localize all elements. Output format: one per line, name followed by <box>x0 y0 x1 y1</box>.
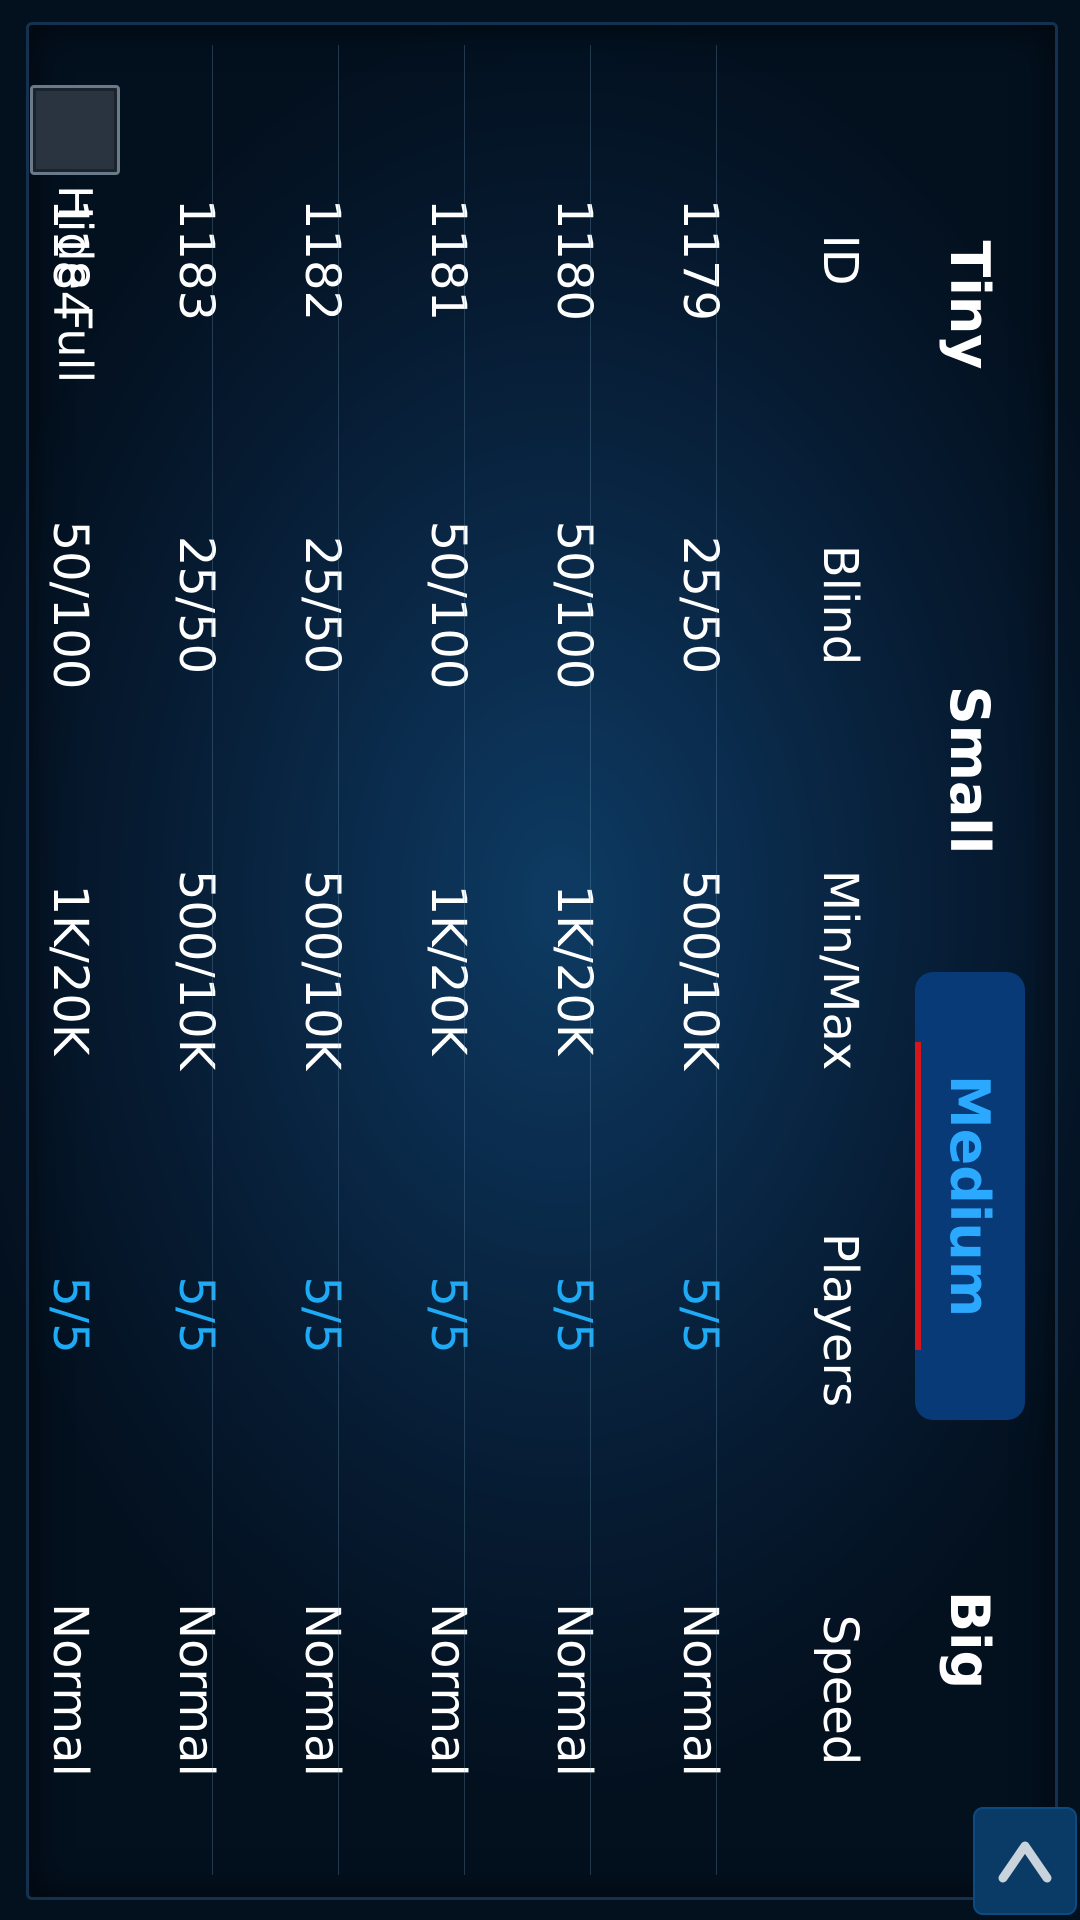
cell-blind: 25/50 <box>672 535 728 675</box>
cell-blind: 50/100 <box>420 520 476 690</box>
column-header-speed[interactable]: Speed <box>805 1590 875 1790</box>
column-header-minmax[interactable]: Min/Max <box>805 820 875 1120</box>
cell-minmax: 500/10K <box>672 869 728 1071</box>
cell-speed: Normal <box>420 1603 476 1777</box>
table-row[interactable]: 1179 25/50 500/10K 5/5 Normal <box>637 0 763 1920</box>
cell-id: 1180 <box>546 198 602 322</box>
cell-minmax: 500/10K <box>294 869 350 1071</box>
tab-tiny[interactable]: Tiny <box>915 180 1025 430</box>
hide-full-checkbox[interactable] <box>30 85 120 175</box>
cell-players: 5/5 <box>420 1276 476 1354</box>
cell-speed: Normal <box>168 1603 224 1777</box>
cell-speed: Normal <box>294 1603 350 1777</box>
cell-speed: Normal <box>42 1603 98 1777</box>
column-header-players[interactable]: Players <box>805 1210 875 1430</box>
table-row[interactable]: 1180 50/100 1K/20K 5/5 Normal <box>511 0 637 1920</box>
cell-blind: 25/50 <box>294 535 350 675</box>
cell-minmax: 1K/20K <box>546 884 602 1056</box>
cell-blind: 25/50 <box>168 535 224 675</box>
cell-blind: 50/100 <box>546 520 602 690</box>
table-row[interactable]: 1182 25/50 500/10K 5/5 Normal <box>259 0 385 1920</box>
column-header-id[interactable]: ID <box>805 175 875 345</box>
tab-medium[interactable]: Medium <box>915 972 1025 1420</box>
rotated-content: Tiny Small Medium Big ID Blind Min/Max P… <box>0 0 1080 1920</box>
cell-players: 5/5 <box>546 1276 602 1354</box>
cell-players: 5/5 <box>294 1276 350 1354</box>
cell-players: 5/5 <box>42 1276 98 1354</box>
cell-speed: Normal <box>546 1603 602 1777</box>
row-divider <box>212 45 213 1875</box>
row-divider <box>716 45 717 1875</box>
scroll-button[interactable] <box>973 1807 1077 1915</box>
row-divider <box>464 45 465 1875</box>
tab-small[interactable]: Small <box>915 620 1025 920</box>
tab-big[interactable]: Big <box>915 1540 1025 1740</box>
chevron-up-icon <box>998 1841 1052 1883</box>
cell-blind: 50/100 <box>42 520 98 690</box>
hide-full-label[interactable]: Hide Full <box>45 185 105 383</box>
row-divider <box>590 45 591 1875</box>
column-header-blind[interactable]: Blind <box>805 505 875 705</box>
cell-id: 1179 <box>672 198 728 322</box>
cell-id: 1181 <box>420 198 476 322</box>
cell-speed: Normal <box>672 1603 728 1777</box>
cell-minmax: 1K/20K <box>420 884 476 1056</box>
cell-id: 1182 <box>294 198 350 322</box>
screen: Tiny Small Medium Big ID Blind Min/Max P… <box>0 0 1080 1920</box>
table-row[interactable]: 1181 50/100 1K/20K 5/5 Normal <box>385 0 511 1920</box>
cell-id: 1183 <box>168 198 224 322</box>
table-row[interactable]: 1183 25/50 500/10K 5/5 Normal <box>133 0 259 1920</box>
cell-minmax: 1K/20K <box>42 884 98 1056</box>
cell-players: 5/5 <box>672 1276 728 1354</box>
row-divider <box>338 45 339 1875</box>
cell-minmax: 500/10K <box>168 869 224 1071</box>
cell-players: 5/5 <box>168 1276 224 1354</box>
